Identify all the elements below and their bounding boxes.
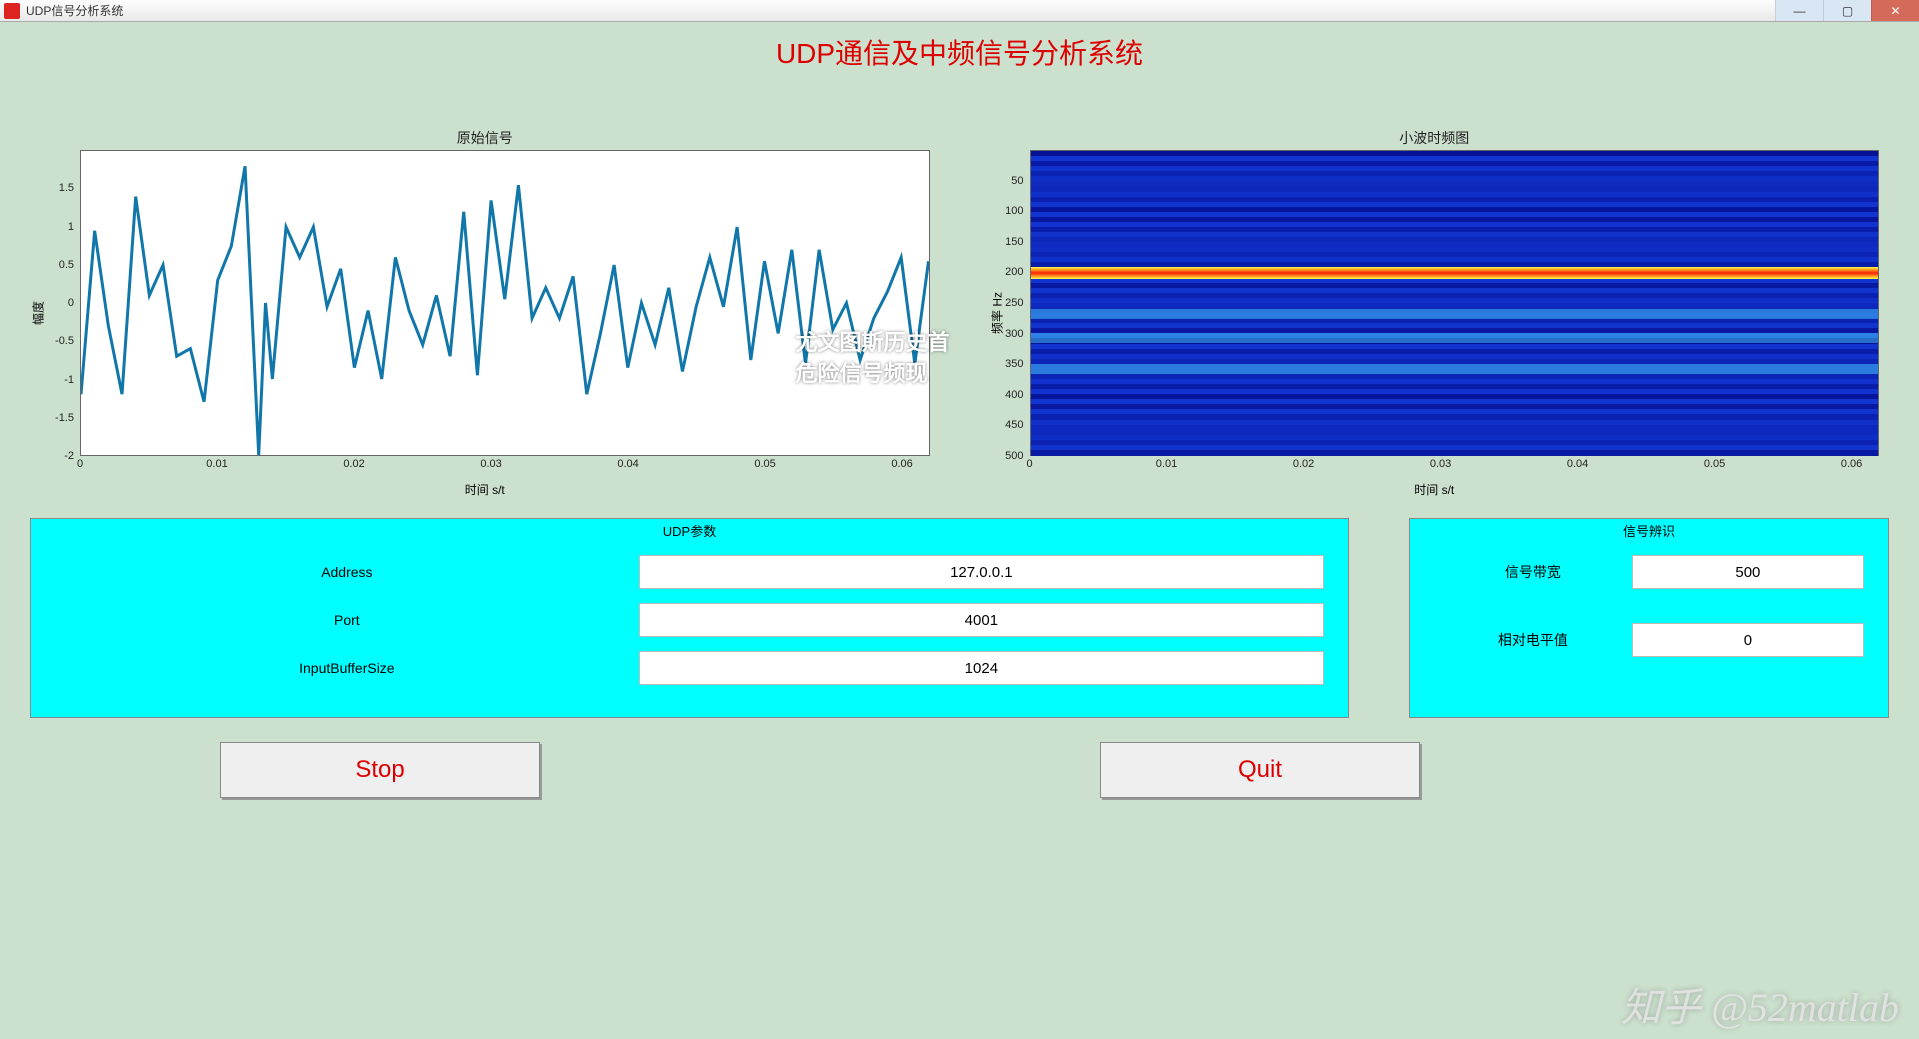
raw-signal-axes bbox=[80, 150, 930, 456]
bandwidth-field[interactable]: 500 bbox=[1632, 555, 1864, 589]
page-title: UDP通信及中频信号分析系统 bbox=[0, 22, 1919, 78]
window-titlebar: UDP信号分析系统 — ▢ ✕ bbox=[0, 0, 1919, 22]
close-button[interactable]: ✕ bbox=[1871, 0, 1919, 21]
minimize-button[interactable]: — bbox=[1775, 0, 1823, 21]
udp-row-address: Address 127.0.0.1 bbox=[55, 555, 1324, 589]
bandwidth-label: 信号带宽 bbox=[1434, 562, 1632, 582]
wavelet-plot: 小波时频图 频率 Hz 5010015020025030035040045050… bbox=[980, 128, 1890, 498]
signal-id-panel: 信号辨识 信号带宽 500 相对电平值 0 bbox=[1409, 518, 1889, 718]
stop-button[interactable]: Stop bbox=[220, 742, 540, 798]
buffer-field[interactable]: 1024 bbox=[639, 651, 1324, 685]
window-title: UDP信号分析系统 bbox=[24, 2, 1775, 19]
signal-row-bandwidth: 信号带宽 500 bbox=[1434, 555, 1864, 589]
address-label: Address bbox=[55, 564, 639, 580]
signal-row-level: 相对电平值 0 bbox=[1434, 623, 1864, 657]
level-label: 相对电平值 bbox=[1434, 630, 1632, 650]
client-area: UDP通信及中频信号分析系统 原始信号 幅度 -2-1.5-1-0.500.51… bbox=[0, 22, 1919, 1039]
port-field[interactable]: 4001 bbox=[639, 603, 1324, 637]
udp-panel-title: UDP参数 bbox=[663, 521, 716, 540]
level-field[interactable]: 0 bbox=[1632, 623, 1864, 657]
wavelet-xticks: 00.010.020.030.040.050.06 bbox=[1030, 458, 1880, 474]
raw-signal-xticks: 00.010.020.030.040.050.06 bbox=[80, 458, 930, 474]
wavelet-title: 小波时频图 bbox=[980, 128, 1890, 148]
wavelet-axes bbox=[1030, 150, 1880, 456]
watermark: 知乎 @52matlab bbox=[1621, 975, 1899, 1033]
address-field[interactable]: 127.0.0.1 bbox=[639, 555, 1324, 589]
buffer-label: InputBufferSize bbox=[55, 660, 639, 676]
udp-params-panel: UDP参数 Address 127.0.0.1 Port 4001 InputB… bbox=[30, 518, 1349, 718]
raw-signal-yticks: -2-1.5-1-0.500.511.5 bbox=[30, 150, 78, 456]
wavelet-yticks: 50100150200250300350400450500 bbox=[980, 150, 1028, 456]
raw-signal-title: 原始信号 bbox=[30, 128, 940, 148]
port-label: Port bbox=[55, 612, 639, 628]
udp-row-buffer: InputBufferSize 1024 bbox=[55, 651, 1324, 685]
quit-button[interactable]: Quit bbox=[1100, 742, 1420, 798]
app-icon bbox=[4, 3, 20, 19]
wavelet-xlabel: 时间 s/t bbox=[1414, 481, 1454, 498]
raw-signal-plot: 原始信号 幅度 -2-1.5-1-0.500.511.5 00.010.020.… bbox=[30, 128, 940, 498]
udp-row-port: Port 4001 bbox=[55, 603, 1324, 637]
maximize-button[interactable]: ▢ bbox=[1823, 0, 1871, 21]
signal-panel-title: 信号辨识 bbox=[1623, 521, 1675, 540]
raw-signal-xlabel: 时间 s/t bbox=[465, 481, 505, 498]
